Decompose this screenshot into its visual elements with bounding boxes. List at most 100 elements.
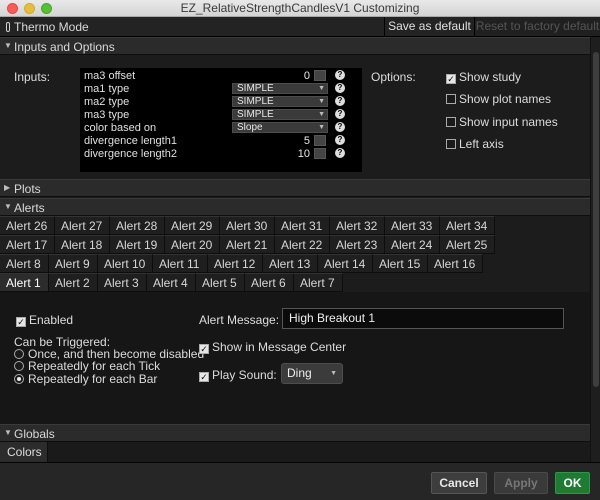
tab-alert-29[interactable]: Alert 29 <box>165 216 220 235</box>
tab-alert-15[interactable]: Alert 15 <box>373 254 428 273</box>
input-dropdown[interactable]: SIMPLE ▼ <box>232 109 328 120</box>
tab-alert-30[interactable]: Alert 30 <box>220 216 275 235</box>
left-axis-checkbox[interactable]: Left axis <box>446 137 504 151</box>
dropdown-value: SIMPLE <box>237 109 274 120</box>
trigger-each-bar-radio[interactable]: Repeatedly for each Bar <box>14 372 157 386</box>
input-value[interactable]: 0 <box>230 70 310 82</box>
stepper[interactable] <box>314 70 326 81</box>
show-input-names-checkbox[interactable]: Show input names <box>446 115 558 129</box>
tab-alert-18[interactable]: Alert 18 <box>55 235 110 254</box>
globals-section-header[interactable]: ▼ Globals <box>0 424 600 442</box>
alert-message-input[interactable]: High Breakout 1 <box>282 308 564 329</box>
input-row-divergence-length2[interactable]: divergence length2 10 ? <box>80 148 362 160</box>
radio-icon <box>14 349 24 359</box>
tab-alert-11[interactable]: Alert 11 <box>153 254 208 273</box>
tab-alert-25[interactable]: Alert 25 <box>440 235 495 254</box>
question-icon[interactable]: ? <box>335 109 345 119</box>
input-row-ma3-offset[interactable]: ma3 offset 0 ? <box>80 70 362 82</box>
input-dropdown[interactable]: Slope ▼ <box>232 122 328 133</box>
tab-alert-8[interactable]: Alert 8 <box>0 254 49 273</box>
tab-alert-34[interactable]: Alert 34 <box>440 216 495 235</box>
question-icon[interactable]: ? <box>335 135 345 145</box>
input-row-divergence-length1[interactable]: divergence length1 5 ? <box>80 135 362 147</box>
checkbox-checked-icon: ✓ <box>199 344 209 354</box>
scrollbar-thumb[interactable] <box>593 52 599 387</box>
tab-alert-17[interactable]: Alert 17 <box>0 235 55 254</box>
tab-alert-19[interactable]: Alert 19 <box>110 235 165 254</box>
ok-button[interactable]: OK <box>555 472 590 494</box>
input-row-ma2-type[interactable]: ma2 type SIMPLE ▼ ? <box>80 96 362 108</box>
input-value[interactable]: 5 <box>230 135 310 147</box>
show-study-checkbox[interactable]: ✓ Show study <box>446 70 521 84</box>
chevron-down-icon: ▼ <box>318 111 325 118</box>
tab-colors[interactable]: Colors <box>0 442 48 462</box>
tab-alert-20[interactable]: Alert 20 <box>165 235 220 254</box>
tab-alert-13[interactable]: Alert 13 <box>263 254 318 273</box>
tab-alert-5[interactable]: Alert 5 <box>196 273 245 292</box>
tab-alert-1[interactable]: Alert 1 <box>0 273 49 292</box>
plots-section-header[interactable]: ▶ Plots <box>0 179 600 197</box>
play-sound-label: Play Sound: <box>212 368 277 382</box>
question-icon[interactable]: ? <box>335 96 345 106</box>
enabled-checkbox[interactable]: ✓ Enabled <box>16 313 73 327</box>
chevron-down-icon: ▼ <box>330 370 337 377</box>
tab-alert-26[interactable]: Alert 26 <box>0 216 55 235</box>
question-icon[interactable]: ? <box>335 122 345 132</box>
cancel-button[interactable]: Cancel <box>431 472 487 494</box>
question-icon[interactable]: ? <box>335 70 345 80</box>
show-plot-names-checkbox[interactable]: Show plot names <box>446 92 551 106</box>
chevron-down-icon: ▼ <box>4 428 12 437</box>
input-value[interactable]: 10 <box>230 148 310 160</box>
tab-alert-32[interactable]: Alert 32 <box>330 216 385 235</box>
toolbar: Thermo Mode Save as default Reset to fac… <box>0 17 600 37</box>
input-dropdown[interactable]: SIMPLE ▼ <box>232 83 328 94</box>
tab-alert-3[interactable]: Alert 3 <box>98 273 147 292</box>
show-in-message-center-checkbox[interactable]: ✓ Show in Message Center <box>199 340 346 354</box>
tab-alert-10[interactable]: Alert 10 <box>98 254 153 273</box>
input-row-color-based-on[interactable]: color based on Slope ▼ ? <box>80 122 362 134</box>
inputs-section-header[interactable]: ▼ Inputs and Options <box>0 37 600 55</box>
tab-alert-24[interactable]: Alert 24 <box>385 235 440 254</box>
question-icon[interactable]: ? <box>335 83 345 93</box>
chevron-down-icon: ▼ <box>318 98 325 105</box>
alerts-section-header[interactable]: ▼ Alerts <box>0 198 600 216</box>
reset-factory-button[interactable]: Reset to factory default <box>474 17 600 36</box>
alert-settings-panel: ✓ Enabled Can be Triggered: Once, and the… <box>0 292 590 424</box>
question-icon[interactable]: ? <box>335 148 345 158</box>
tab-alert-28[interactable]: Alert 28 <box>110 216 165 235</box>
options-label: Options: <box>371 70 416 84</box>
input-dropdown[interactable]: SIMPLE ▼ <box>232 96 328 107</box>
trigger-each-tick-radio[interactable]: Repeatedly for each Tick <box>14 359 160 373</box>
tab-alert-27[interactable]: Alert 27 <box>55 216 110 235</box>
tab-alert-2[interactable]: Alert 2 <box>49 273 98 292</box>
main-scrollbar[interactable] <box>590 37 600 462</box>
globals-section-title: Globals <box>14 427 55 441</box>
tab-alert-14[interactable]: Alert 14 <box>318 254 373 273</box>
sound-select[interactable]: Ding ▼ <box>281 363 343 384</box>
play-sound-checkbox[interactable]: ✓ Play Sound: <box>199 368 277 382</box>
tab-alert-33[interactable]: Alert 33 <box>385 216 440 235</box>
inputs-label: Inputs: <box>14 70 51 84</box>
tab-alert-16[interactable]: Alert 16 <box>428 254 483 273</box>
inputs-list: ma3 offset 0 ? ma1 type SIMPLE ▼ ? ma2 ty… <box>80 68 362 172</box>
radio-label: Repeatedly for each Bar <box>28 372 158 386</box>
tab-alert-12[interactable]: Alert 12 <box>208 254 263 273</box>
save-as-default-button[interactable]: Save as default <box>384 17 474 36</box>
tab-alert-7[interactable]: Alert 7 <box>294 273 343 292</box>
stepper[interactable] <box>314 148 326 159</box>
thermo-mode-toggle[interactable]: Thermo Mode <box>6 20 89 34</box>
dropdown-value: SIMPLE <box>237 96 274 107</box>
stepper[interactable] <box>314 135 326 146</box>
tab-alert-4[interactable]: Alert 4 <box>147 273 196 292</box>
input-row-ma3-type[interactable]: ma3 type SIMPLE ▼ ? <box>80 109 362 121</box>
apply-button[interactable]: Apply <box>494 472 548 494</box>
input-row-ma1-type[interactable]: ma1 type SIMPLE ▼ ? <box>80 83 362 95</box>
tab-alert-6[interactable]: Alert 6 <box>245 273 294 292</box>
tab-alert-23[interactable]: Alert 23 <box>330 235 385 254</box>
tab-alert-31[interactable]: Alert 31 <box>275 216 330 235</box>
tab-alert-9[interactable]: Alert 9 <box>49 254 98 273</box>
dropdown-value: SIMPLE <box>237 83 274 94</box>
checkbox-icon <box>446 139 456 149</box>
tab-alert-21[interactable]: Alert 21 <box>220 235 275 254</box>
tab-alert-22[interactable]: Alert 22 <box>275 235 330 254</box>
